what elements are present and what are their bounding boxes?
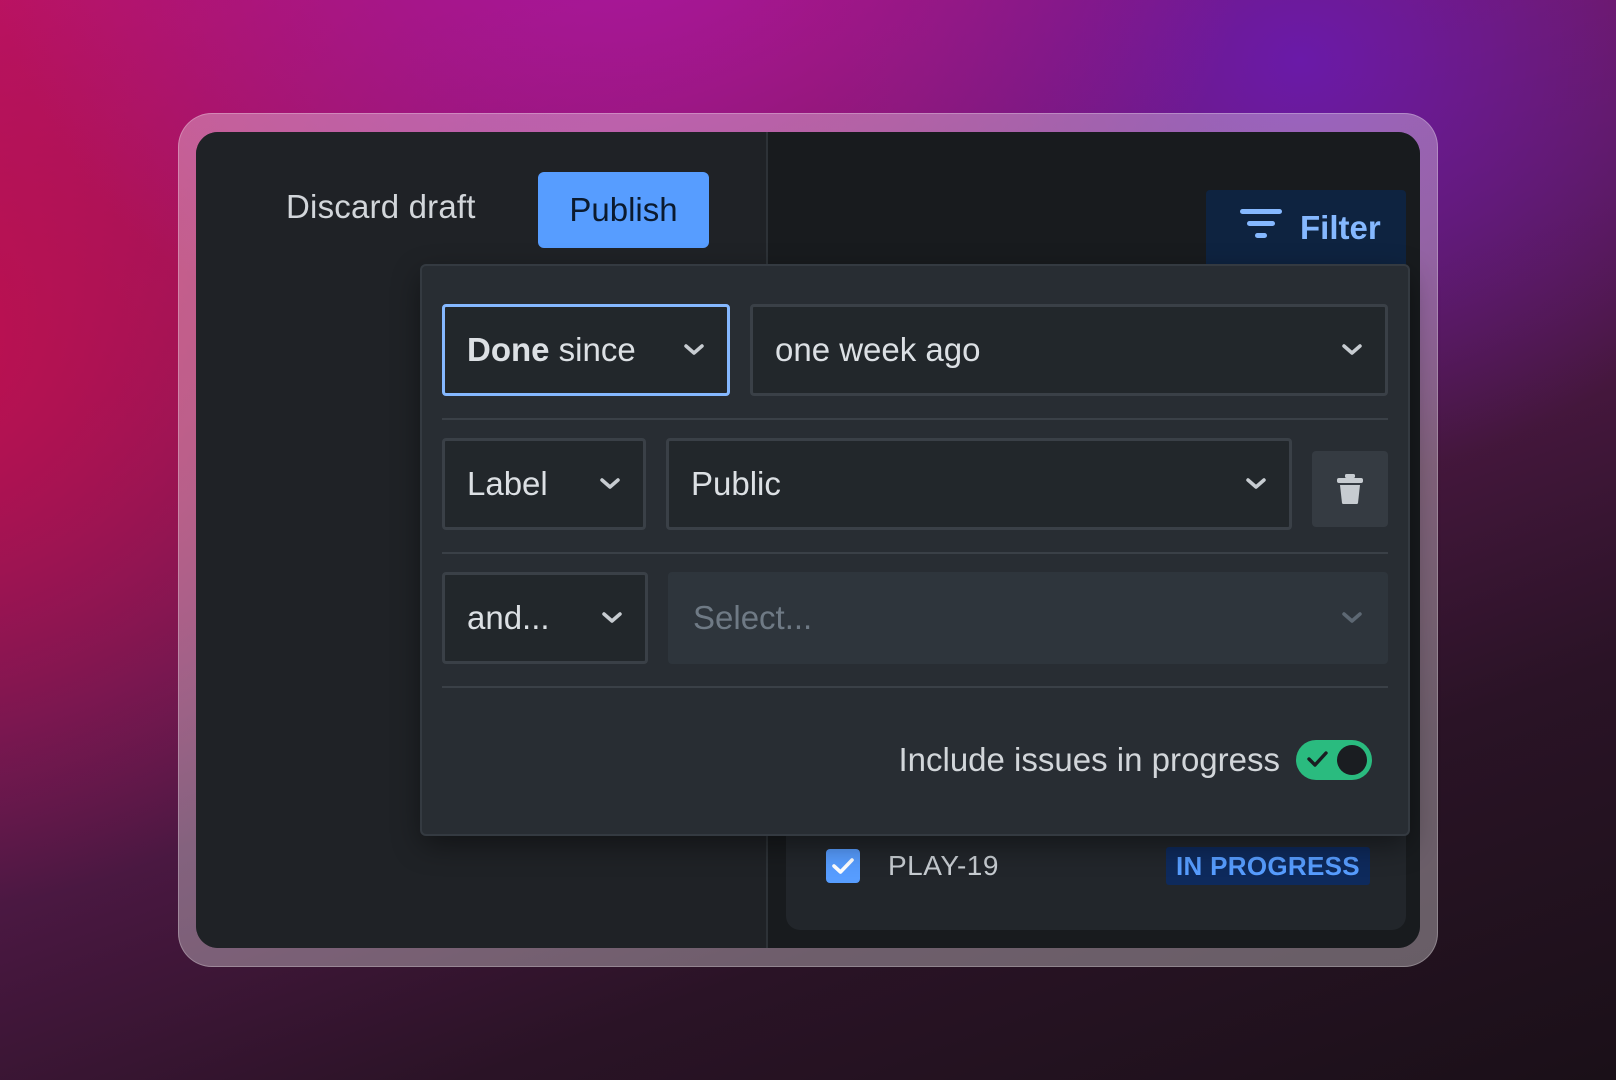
filter-button[interactable]: Filter [1206, 190, 1406, 266]
value-select-text: Public [691, 465, 781, 502]
chevron-down-icon [1245, 477, 1267, 491]
field-select-bold: Done [467, 331, 550, 368]
chevron-down-icon [601, 611, 623, 625]
row-divider [442, 552, 1388, 554]
row-divider [442, 686, 1388, 688]
value-select-empty: Select... [668, 572, 1388, 664]
field-select-rest: since [549, 331, 636, 368]
value-select-label: one week ago [775, 331, 981, 368]
check-icon [832, 858, 854, 874]
chevron-down-icon [599, 477, 621, 491]
chevron-down-icon [683, 343, 705, 357]
value-select-date[interactable]: one week ago [750, 304, 1388, 396]
issue-key[interactable]: PLAY-19 [888, 850, 999, 882]
value-select-label[interactable]: Public [666, 438, 1292, 530]
trash-icon [1337, 474, 1363, 504]
field-select-label: Done since [467, 331, 636, 369]
issue-checkbox[interactable] [826, 849, 860, 883]
filter-label: Filter [1300, 209, 1381, 246]
include-in-progress-toggle[interactable] [1296, 740, 1372, 780]
field-select-done-since[interactable]: Done since [442, 304, 730, 396]
delete-filter-button[interactable] [1312, 451, 1388, 527]
chevron-down-icon [1341, 611, 1363, 625]
value-select-placeholder: Select... [693, 599, 813, 636]
publish-button[interactable]: Publish [538, 172, 709, 248]
discard-draft-button[interactable]: Discard draft [286, 188, 476, 226]
filter-popover: Done since one week ago Label Public and… [422, 266, 1408, 834]
field-select-label[interactable]: Label [442, 438, 646, 530]
row-divider [442, 418, 1388, 420]
conjunction-select[interactable]: and... [442, 572, 648, 664]
filter-icon [1240, 207, 1282, 249]
include-in-progress-row: Include issues in progress [898, 740, 1372, 780]
toggle-label: Include issues in progress [898, 741, 1280, 778]
conjunction-select-text: and... [467, 599, 550, 636]
check-icon [1307, 751, 1328, 767]
field-select-text: Label [467, 465, 548, 502]
status-badge: IN PROGRESS [1166, 847, 1370, 885]
chevron-down-icon [1341, 343, 1363, 357]
toggle-knob [1337, 745, 1367, 775]
